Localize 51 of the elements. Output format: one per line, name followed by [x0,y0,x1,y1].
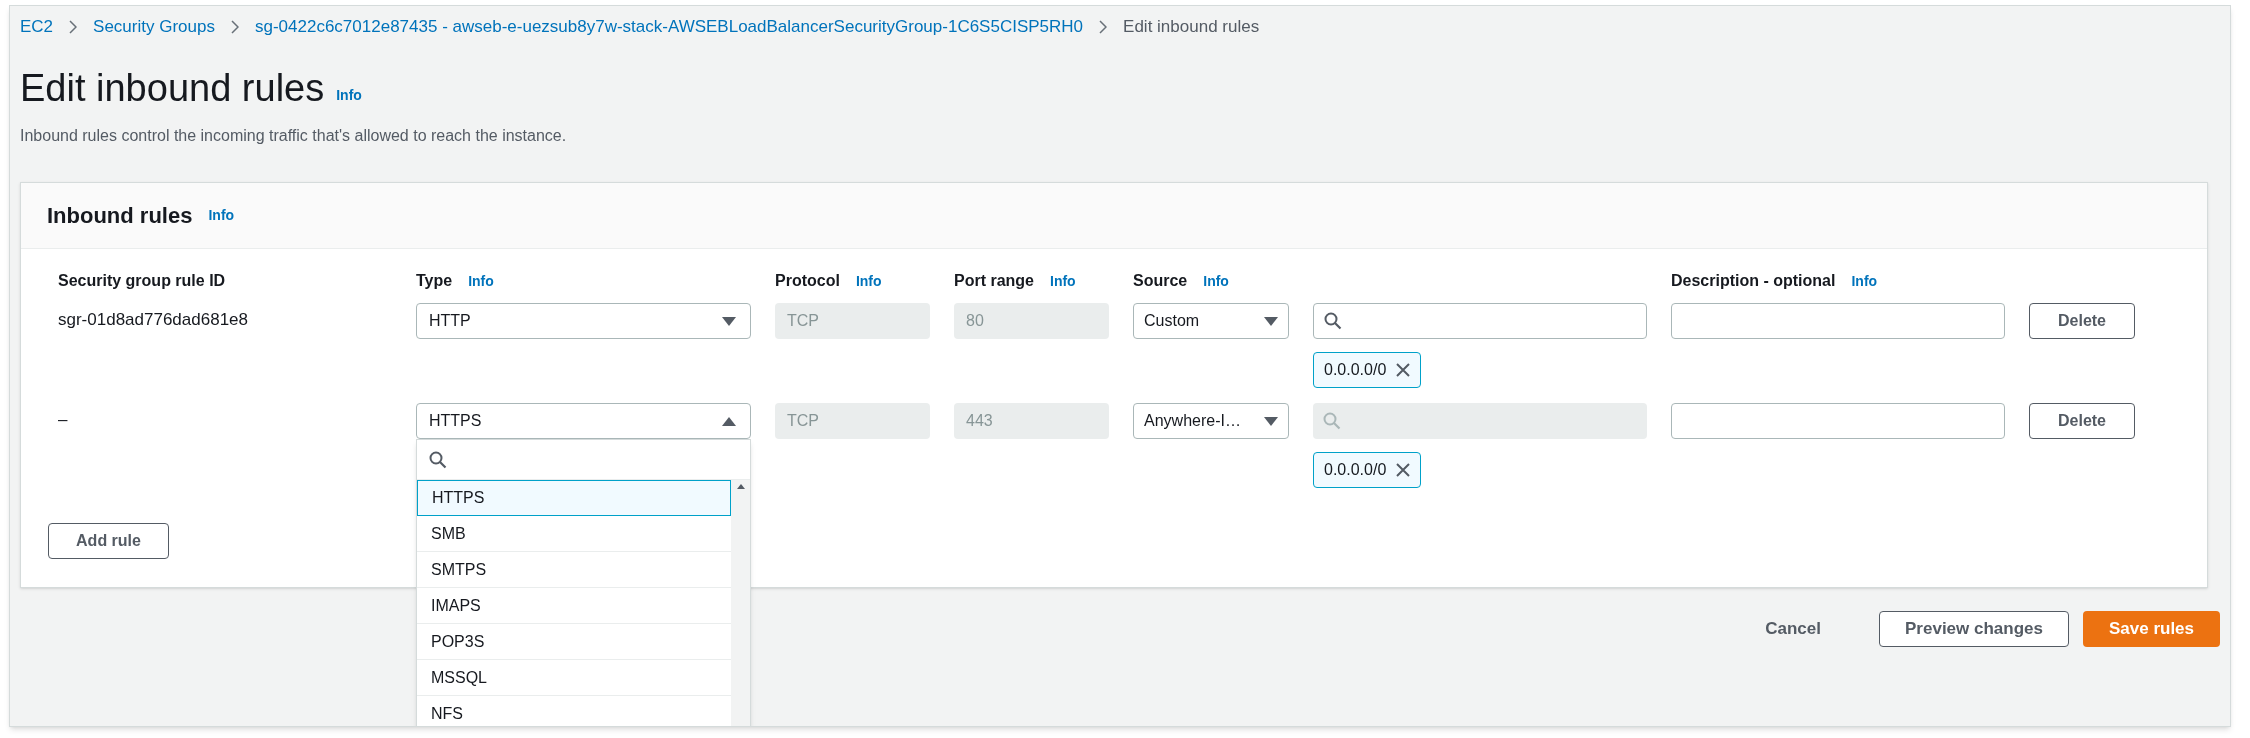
source-select[interactable]: Custom [1133,303,1289,339]
info-link[interactable]: Info [1851,270,1878,292]
source-select[interactable]: Anywhere-I… [1133,403,1289,439]
column-header: Security group rule ID [58,271,226,291]
rule-id: sgr-01d8ad776dad681e8 [58,310,248,329]
column-header: Source [1133,271,1188,291]
close-icon[interactable] [1396,463,1411,477]
info-link[interactable]: Info [336,85,362,106]
page-title: Edit inbound rules [20,66,325,110]
breadcrumb-link[interactable]: EC2 [20,14,54,40]
cancel-button[interactable]: Cancel [1745,611,1841,647]
cidr-token: 0.0.0.0/0 [1313,452,1422,488]
caret-icon [1264,416,1278,426]
add-rule-button[interactable]: Add rule [48,523,169,559]
caret-icon [722,416,736,426]
column-header: Protocol [775,271,840,291]
chevron-right-icon [230,20,239,34]
type-select[interactable]: HTTPS [416,403,751,439]
chevron-right-icon [69,20,78,34]
type-select[interactable]: HTTP [416,303,751,339]
cidr-search-field[interactable] [1313,303,1647,339]
breadcrumb-link[interactable]: sg-0422c6c7012e87435 - awseb-e-uezsub8y7w-stack-AWSEBLoadBalancerSecurityGroup-1C6S5CISP5RH0 [254,14,1084,40]
search-icon [429,450,447,469]
info-link[interactable]: Info [208,205,235,226]
delete-button[interactable]: Delete [2029,403,2135,439]
search-icon [1324,312,1342,330]
search-icon [1323,412,1341,430]
cidr-token: 0.0.0.0/0 [1313,352,1422,388]
dropdown-option[interactable]: HTTPS [417,480,731,516]
rule-id: – [58,410,68,429]
page-description: Inbound rules control the incoming traffic that's allowed to reach the instance. [19,126,568,146]
info-link[interactable]: Info [855,270,882,292]
info-link[interactable]: Info [1203,270,1229,292]
breadcrumb-current: Edit inbound rules [1123,16,1260,39]
caret-icon [722,316,736,326]
caret-icon [1264,316,1278,326]
column-header: Port range [954,271,1034,291]
delete-button[interactable]: Delete [2029,303,2135,339]
breadcrumb-link[interactable]: Security Groups [93,14,215,40]
column-header: Description - optional [1671,271,1836,291]
close-icon[interactable] [1396,363,1411,377]
card-title: Inbound rules [47,202,193,230]
info-link[interactable]: Info [1050,270,1076,292]
description-field[interactable] [1671,403,2005,439]
info-link[interactable]: Info [468,270,494,292]
description-field[interactable] [1671,303,2005,339]
column-header: Type [416,271,453,291]
preview-changes-button[interactable]: Preview changes [1879,611,2069,647]
chevron-right-icon [1099,20,1108,34]
scrollbar[interactable] [731,480,750,726]
scroll-up-icon[interactable] [736,484,745,489]
